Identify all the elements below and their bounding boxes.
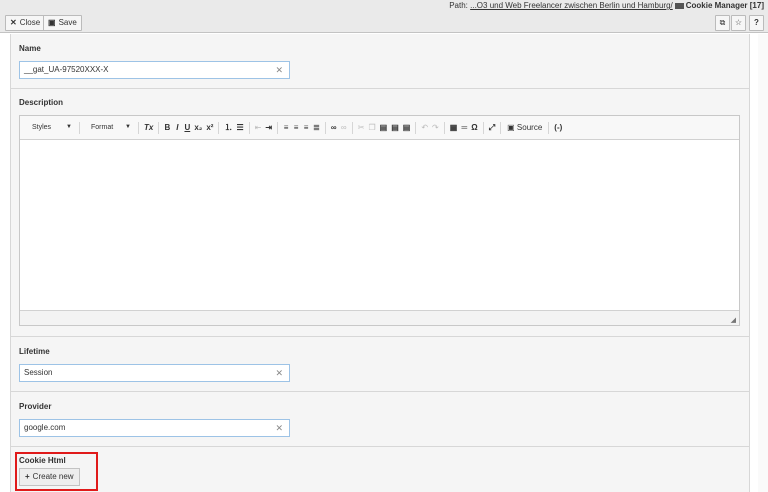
separator — [482, 121, 484, 134]
subscript-button[interactable]: x₂ — [192, 123, 204, 132]
cut-icon[interactable]: ✂ — [356, 123, 367, 132]
remove-format-button[interactable]: Tx — [142, 123, 155, 132]
paste-icon[interactable]: ▤ — [378, 123, 390, 132]
separator — [415, 121, 417, 134]
clear-icon[interactable]: ✕ — [275, 365, 283, 381]
resize-handle-icon[interactable]: ◢ — [731, 316, 736, 324]
italic-button[interactable]: I — [172, 123, 182, 132]
indent-icon[interactable]: ⇥ — [263, 123, 274, 132]
provider-input[interactable]: google.com ✕ — [19, 419, 290, 437]
soft-hyphen-button[interactable]: (-) — [552, 123, 564, 132]
horizontal-rule-icon[interactable]: ═ — [459, 123, 469, 132]
form-content: Name __gat_UA-97520XXX-X ✕ Description S… — [10, 34, 750, 492]
provider-label: Provider — [19, 402, 52, 411]
separator — [138, 121, 139, 134]
separator — [218, 121, 220, 134]
bookmark-button[interactable]: ☆ — [731, 15, 746, 31]
redo-icon[interactable]: ↷ — [430, 123, 441, 132]
paste-text-icon[interactable]: ▤ — [389, 123, 401, 132]
align-left-icon[interactable]: ≡ — [281, 123, 291, 132]
table-icon[interactable]: ▦ — [448, 123, 460, 132]
separator — [248, 121, 250, 134]
separator — [443, 121, 445, 134]
source-button[interactable]: ▣ Source — [504, 123, 545, 132]
name-label: Name — [19, 44, 41, 53]
separator — [158, 121, 160, 134]
close-button[interactable]: ✕ Close — [5, 15, 46, 31]
bulleted-list-icon[interactable]: ☰ — [234, 123, 245, 132]
unlink-icon[interactable]: ∞ — [339, 123, 349, 132]
separator — [500, 121, 502, 134]
separator — [548, 121, 550, 134]
clear-icon[interactable]: ✕ — [275, 62, 283, 78]
rich-text-editor: Styles ▼ Format ▼ Tx B I U x₂ x² ⒈ ☰ ⇤ ⇥ ≡… — [19, 115, 740, 326]
provider-section: Provider google.com ✕ — [11, 392, 749, 447]
path-bar: Path: ...O3 und Web Freelancer zwischen … — [0, 0, 768, 12]
external-link-icon: ⧉ — [719, 18, 726, 27]
close-icon: ✕ — [10, 18, 17, 27]
maximize-icon[interactable]: ⤢ — [487, 123, 497, 133]
align-center-icon[interactable]: ≡ — [291, 123, 301, 132]
lifetime-input[interactable]: Session ✕ — [19, 364, 290, 382]
align-right-icon[interactable]: ≡ — [301, 123, 311, 132]
separator — [351, 121, 353, 134]
bold-button[interactable]: B — [162, 123, 172, 132]
source-icon: ▣ — [507, 123, 515, 132]
chevron-down-icon: ▼ — [66, 124, 72, 130]
outdent-icon[interactable]: ⇤ — [253, 123, 264, 132]
path-prefix: Path: — [449, 1, 471, 10]
close-label: Close — [19, 18, 41, 27]
page-icon — [674, 3, 684, 9]
highlight-box — [15, 452, 98, 491]
star-icon: ☆ — [734, 18, 743, 27]
source-label: Source — [516, 123, 543, 132]
description-label: Description — [19, 98, 64, 107]
help-button[interactable]: ? — [749, 15, 764, 31]
undo-icon[interactable]: ↶ — [419, 123, 430, 132]
separator — [277, 121, 279, 134]
scrollbar[interactable] — [758, 34, 768, 492]
link-icon[interactable]: ∞ — [329, 123, 339, 132]
numbered-list-icon[interactable]: ⒈ — [222, 122, 234, 133]
copy-icon[interactable]: ❐ — [366, 123, 377, 132]
save-button[interactable]: ▣ Save — [43, 15, 82, 31]
editor-status-bar: ◢ — [20, 310, 739, 325]
save-label: Save — [58, 18, 77, 27]
provider-value: google.com — [24, 423, 66, 432]
lifetime-label: Lifetime — [19, 347, 50, 356]
open-new-window-button[interactable]: ⧉ — [715, 15, 730, 31]
lifetime-value: Session — [24, 368, 53, 377]
paste-word-icon[interactable]: ▤ — [401, 123, 413, 132]
separator — [79, 121, 80, 134]
help-label: ? — [754, 18, 759, 27]
save-icon: ▣ — [48, 18, 56, 27]
superscript-button[interactable]: x² — [204, 123, 215, 132]
editor-toolbar: Styles ▼ Format ▼ Tx B I U x₂ x² ⒈ ☰ ⇤ ⇥ ≡… — [20, 116, 739, 140]
special-char-button[interactable]: Ω — [469, 123, 479, 132]
path-link[interactable]: ...O3 und Web Freelancer zwischen Berlin… — [470, 1, 673, 10]
format-dropdown[interactable]: Format ▼ — [83, 124, 135, 131]
editor-content-area[interactable] — [20, 140, 739, 310]
name-value: __gat_UA-97520XXX-X — [24, 65, 109, 74]
underline-button[interactable]: U — [182, 123, 192, 132]
name-input[interactable]: __gat_UA-97520XXX-X ✕ — [19, 61, 290, 79]
separator — [324, 121, 326, 134]
chevron-down-icon: ▼ — [125, 124, 131, 130]
record-title: Cookie Manager [17] — [685, 1, 764, 10]
clear-icon[interactable]: ✕ — [275, 420, 283, 436]
name-section: Name __gat_UA-97520XXX-X ✕ — [11, 34, 749, 89]
styles-label: Styles — [32, 124, 52, 131]
docheader-toolbar: ✕ Close ▣ Save ⧉ ☆ ? — [0, 12, 768, 33]
format-label: Format — [91, 124, 114, 131]
justify-icon[interactable]: ≣ — [311, 123, 322, 132]
styles-dropdown[interactable]: Styles ▼ — [24, 124, 76, 131]
lifetime-section: Lifetime Session ✕ — [11, 337, 749, 392]
